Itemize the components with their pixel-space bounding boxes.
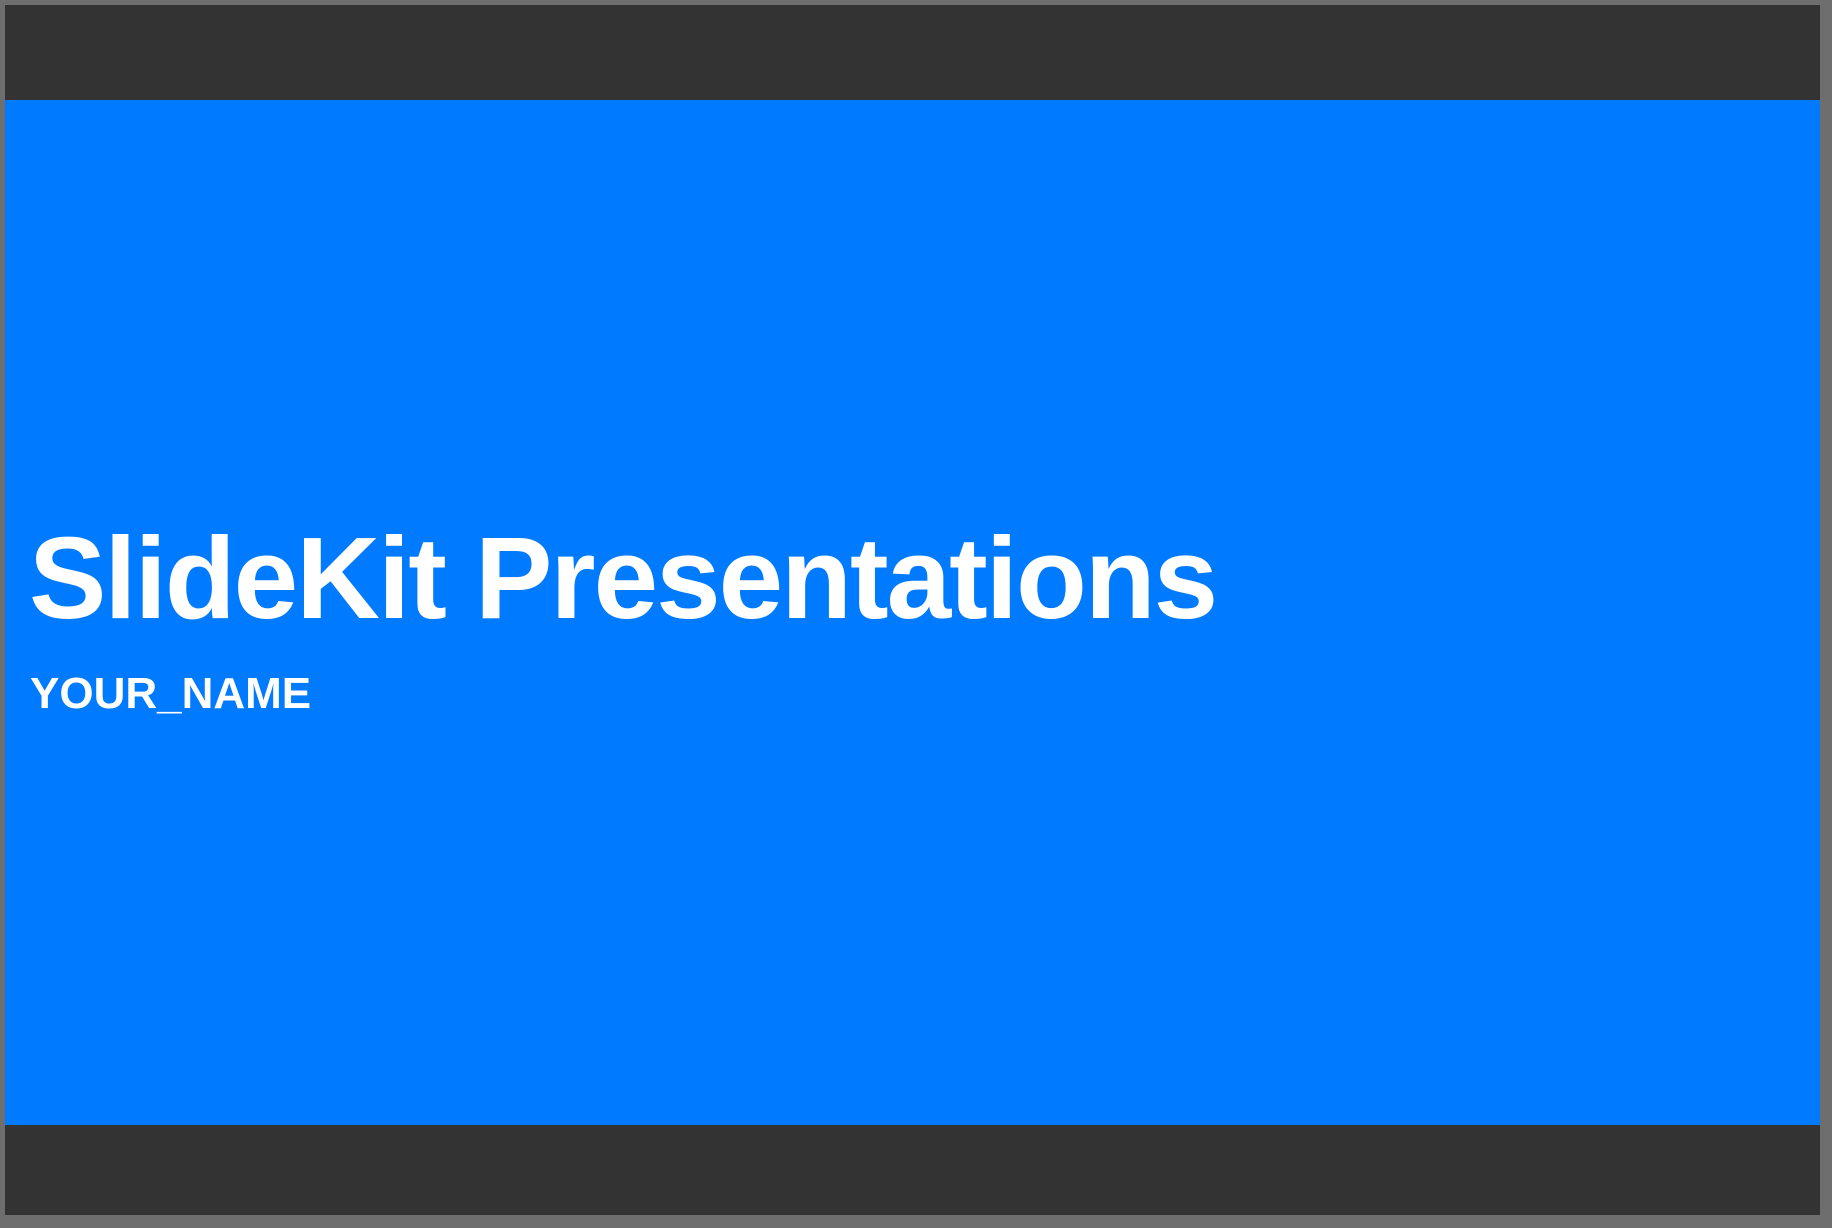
presentation-window: SlideKit Presentations YOUR_NAME (0, 0, 1832, 1228)
slide-subtitle: YOUR_NAME (30, 669, 312, 718)
letterbox-bottom (5, 1125, 1820, 1215)
slide-title: SlideKit Presentations (29, 513, 1218, 643)
slide-canvas[interactable]: SlideKit Presentations YOUR_NAME (5, 100, 1820, 1125)
letterbox-top (5, 5, 1820, 100)
